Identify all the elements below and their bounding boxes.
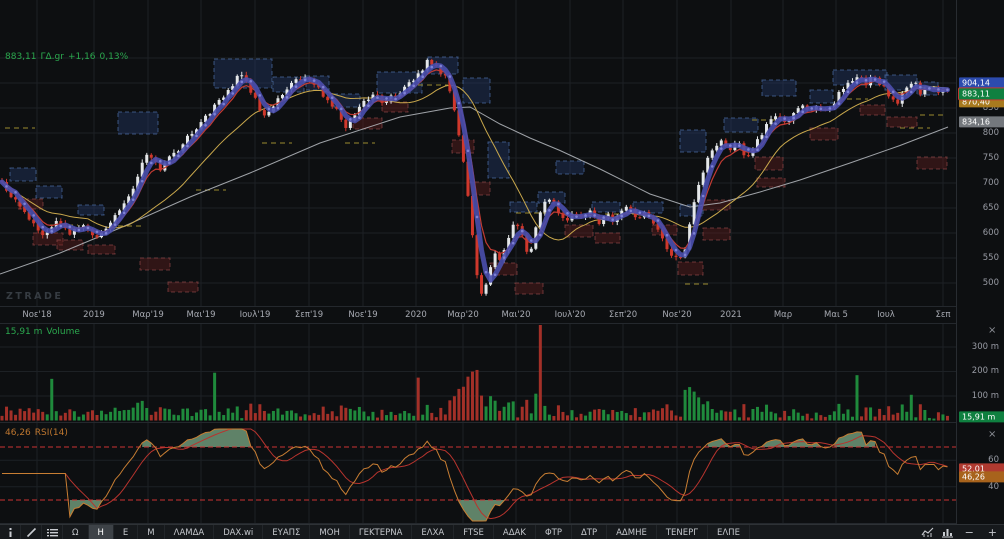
toolbar-chart-type-icon[interactable] bbox=[918, 525, 938, 539]
zoom-out-button[interactable]: − bbox=[958, 525, 981, 539]
time-axis-label: Ιουλ'19 bbox=[239, 310, 271, 320]
panel-divider[interactable] bbox=[0, 422, 956, 423]
rsi-panel[interactable] bbox=[0, 423, 956, 524]
toolbar-layout-icon[interactable] bbox=[42, 525, 63, 539]
time-axis-label: Σεπ bbox=[935, 310, 951, 320]
toolbar-item-Η[interactable]: Η bbox=[88, 525, 114, 539]
band-upper-badge: 904,14 bbox=[959, 77, 1004, 89]
time-axis-label: Ιουλ bbox=[877, 310, 895, 320]
price-axis-label: 300 m bbox=[971, 342, 999, 352]
toolbar-item-ΛΑΜΔΑ[interactable]: ΛΑΜΔΑ bbox=[165, 525, 215, 539]
time-axis-label: Νοε'19 bbox=[348, 310, 378, 320]
toolbar-item-DAX.wi[interactable]: DAX.wi bbox=[214, 525, 264, 539]
toolbar-item-Ε[interactable]: Ε bbox=[114, 525, 139, 539]
price-axis-label: 550 bbox=[982, 253, 999, 263]
last-price-badge: 883,11 bbox=[959, 88, 1004, 100]
zoom-in-button[interactable]: + bbox=[981, 525, 1004, 539]
time-axis-label: Μαρ'19 bbox=[132, 310, 164, 320]
volume-badge: 15,91 m bbox=[959, 411, 1004, 423]
rsi-fill-layer bbox=[69, 429, 876, 521]
time-axis-label: Μαι 5 bbox=[824, 310, 848, 320]
time-axis-label: 2020 bbox=[405, 310, 427, 320]
toolbar-item-ΓΕΚΤΕΡΝΑ[interactable]: ΓΕΚΤΕΡΝΑ bbox=[350, 525, 413, 539]
toolbar-item-ΑΔΜΗΕ[interactable]: ΑΔΜΗΕ bbox=[607, 525, 657, 539]
trading-terminal: 883,11 ΓΔ.gr +1,16 0,13% ZTRADE Νοε'18 2019 Μ… bbox=[0, 0, 1004, 539]
volume-value-text: 15,91 m bbox=[5, 327, 43, 337]
main-price-chart[interactable] bbox=[0, 0, 956, 306]
toolbar-item-ΑΔΑΚ[interactable]: ΑΔΑΚ bbox=[494, 525, 536, 539]
rsi-levels-layer bbox=[0, 446, 956, 501]
change-text: +1,16 bbox=[67, 52, 96, 62]
toolbar-item-ΜΟΗ[interactable]: ΜΟΗ bbox=[310, 525, 350, 539]
main-chart-legend: 883,11 ΓΔ.gr +1,16 0,13% bbox=[5, 52, 132, 62]
toolbar-item-ΤΕΝΕΡΓ[interactable]: ΤΕΝΕΡΓ bbox=[657, 525, 708, 539]
toolbar-item-ΕΥΑΠΣ[interactable]: ΕΥΑΠΣ bbox=[263, 525, 311, 539]
volume-panel[interactable] bbox=[0, 323, 956, 422]
time-axis-label: 2019 bbox=[83, 310, 105, 320]
time-axis-label: Μαρ'20 bbox=[447, 310, 479, 320]
last-price-text: 883,11 bbox=[5, 52, 37, 62]
price-axis-label: 200 m bbox=[971, 366, 999, 376]
rsi-value-badge: 46,26 bbox=[959, 471, 1004, 483]
symbol-text: ΓΔ.gr bbox=[40, 52, 64, 62]
price-axis-label: 100 m bbox=[971, 391, 999, 401]
rsi-name-text: RSI(14) bbox=[34, 428, 68, 438]
time-axis-label: Νοε'20 bbox=[662, 310, 692, 320]
toolbar-item-FTSE[interactable]: FTSE bbox=[454, 525, 494, 539]
ma-slow-badge: 834,16 bbox=[959, 116, 1004, 128]
toolbar-item-ΕΛΧΑ[interactable]: ΕΛΧΑ bbox=[412, 525, 455, 539]
time-axis-label: Σεπ'20 bbox=[608, 310, 638, 320]
toolbar-info-icon[interactable] bbox=[0, 525, 21, 539]
time-axis-label: Μαρ bbox=[773, 310, 793, 320]
change-pct-text: 0,13% bbox=[99, 52, 129, 62]
volume-name-text: Volume bbox=[46, 327, 80, 337]
volume-panel-legend: 15,91 m Volume bbox=[5, 327, 84, 337]
toolbar-item-ΕΛΠΕ[interactable]: ΕΛΠΕ bbox=[708, 525, 750, 539]
toolbar-right-group: − + bbox=[918, 525, 1004, 539]
volume-panel-close-icon[interactable]: × bbox=[988, 326, 996, 336]
time-axis-label: Ιουλ'20 bbox=[554, 310, 586, 320]
bottom-toolbar: Ω Η Ε Μ ΛΑΜΔΑ DAX.wi ΕΥΑΠΣ ΜΟΗ ΓΕΚΤΕΡΝΑ ΕΛΧΑ FTSE Α… bbox=[0, 524, 1004, 539]
price-axis-label: 700 bbox=[982, 178, 999, 188]
time-axis-label: Σεπ'19 bbox=[294, 310, 324, 320]
price-axis[interactable]: 850 800 750 700 650 600 550 500 300 m 200 m 100 m6… bbox=[956, 0, 1004, 524]
price-axis-label: 750 bbox=[982, 153, 999, 163]
toolbar-draw-icon[interactable] bbox=[21, 525, 42, 539]
rsi-panel-legend: 46,26 RSI(14) bbox=[5, 428, 72, 438]
time-axis-label: Νοε'18 bbox=[22, 310, 52, 320]
toolbar-item-Μ[interactable]: Μ bbox=[138, 525, 165, 539]
toolbar-item-ΔΤΡ[interactable]: ΔΤΡ bbox=[572, 525, 608, 539]
volume-bars-layer bbox=[0, 325, 949, 421]
time-axis-label: Μαι'20 bbox=[501, 310, 531, 320]
toolbar-volume-toggle-icon[interactable] bbox=[938, 525, 958, 539]
time-axis[interactable]: Νοε'18 2019 Μαρ'19 Μαι'19 Ιουλ'19 Σεπ'19 Νοε'1… bbox=[0, 306, 1004, 324]
time-axis-label: Μαι'19 bbox=[186, 310, 216, 320]
rsi-value-text: 46,26 bbox=[5, 428, 31, 438]
toolbar-item-ΦΤΡ[interactable]: ΦΤΡ bbox=[536, 525, 572, 539]
ztrade-watermark: ZTRADE bbox=[6, 291, 64, 302]
toolbar-item-Ω[interactable]: Ω bbox=[63, 525, 89, 539]
price-axis-label: 500 bbox=[982, 278, 999, 288]
price-axis-label: 40 bbox=[988, 482, 999, 492]
time-axis-label: 2021 bbox=[720, 310, 742, 320]
price-axis-label: 600 bbox=[982, 228, 999, 238]
price-axis-label: 800 bbox=[982, 128, 999, 138]
rsi-panel-close-icon[interactable]: × bbox=[988, 430, 996, 440]
price-axis-label: 650 bbox=[982, 203, 999, 213]
